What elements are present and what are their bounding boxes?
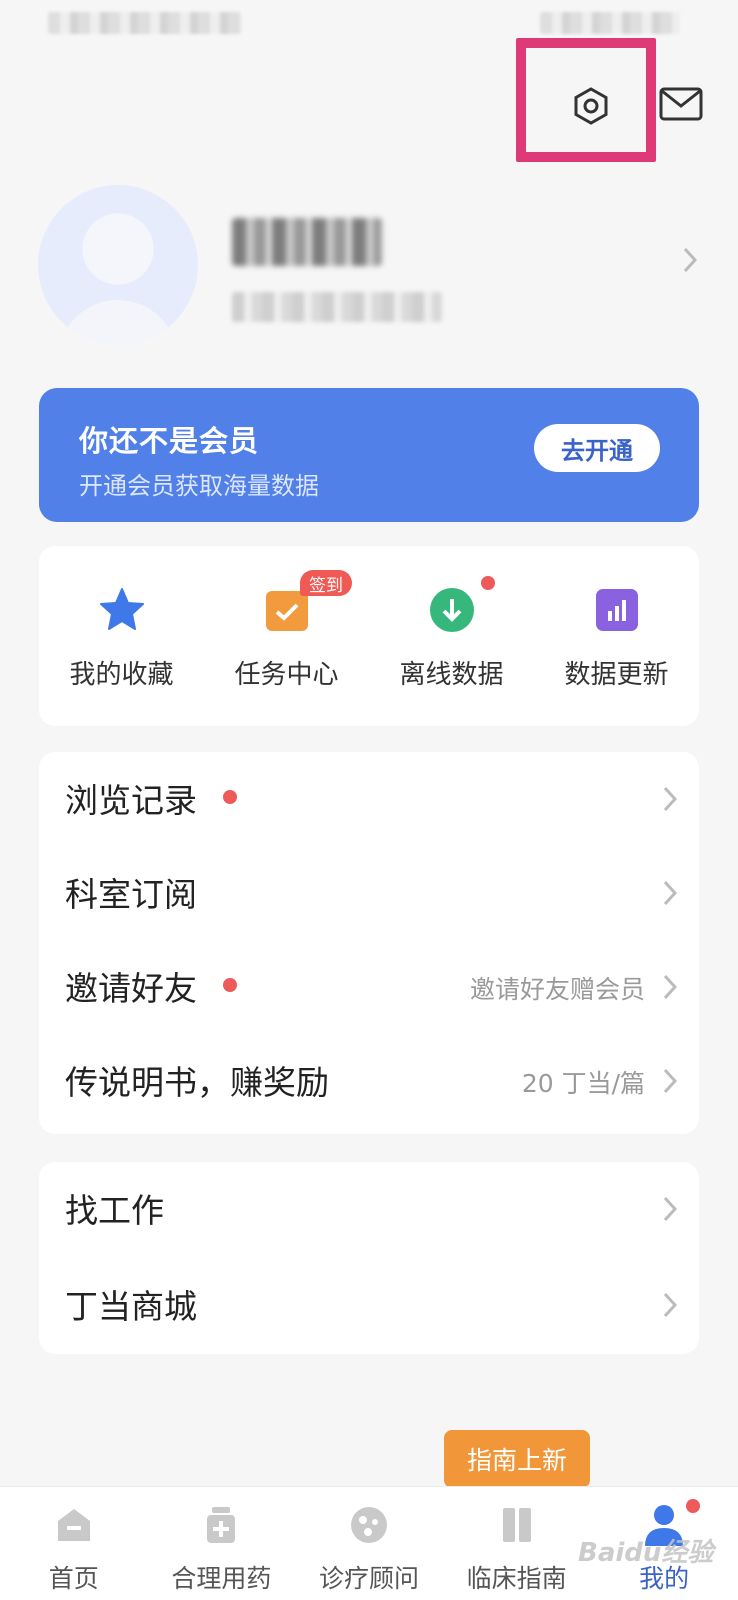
notification-dot — [481, 576, 495, 590]
menu-row-history[interactable]: 浏览记录 — [39, 752, 699, 846]
chevron-right-icon — [663, 786, 678, 816]
mail-icon — [659, 87, 703, 121]
mail-button[interactable] — [658, 84, 704, 124]
quick-item-data-update[interactable]: 数据更新 — [534, 546, 699, 726]
menu-row-invite[interactable]: 邀请好友 邀请好友赠会员 — [39, 940, 699, 1034]
member-banner[interactable]: 你还不是会员 开通会员获取海量数据 去开通 — [39, 388, 699, 522]
tab-guide[interactable]: 临床指南 — [443, 1487, 591, 1600]
download-circle-icon — [428, 586, 476, 634]
menu-list-1: 浏览记录 科室订阅 邀请好友 邀请好友赠会员 传说明书，赚奖励 20 丁当/篇 — [39, 752, 699, 1134]
profile-chevron-icon[interactable] — [682, 246, 698, 278]
watermark: Baidu经验 — [578, 1538, 714, 1568]
member-subtitle: 开通会员获取海量数据 — [79, 472, 319, 500]
row-label: 科室订阅 — [65, 875, 197, 914]
notification-dot — [223, 790, 237, 804]
tab-label: 诊疗顾问 — [318, 1564, 419, 1593]
status-bar-left — [48, 12, 242, 34]
quick-label: 任务中心 — [234, 660, 339, 690]
open-membership-button[interactable]: 去开通 — [534, 424, 660, 472]
quick-label: 离线数据 — [399, 660, 504, 690]
star-icon — [98, 586, 146, 634]
tab-medicine[interactable]: 合理用药 — [148, 1487, 296, 1600]
row-label: 丁当商城 — [65, 1287, 197, 1326]
chevron-right-icon — [663, 974, 678, 1004]
status-bar-right — [540, 12, 680, 34]
quick-label: 我的收藏 — [69, 660, 174, 690]
quick-label: 数据更新 — [564, 660, 669, 690]
quick-item-tasks[interactable]: 签到 任务中心 — [204, 546, 369, 726]
row-label: 邀请好友 — [65, 969, 197, 1008]
tab-label: 临床指南 — [466, 1564, 567, 1593]
consult-icon — [345, 1501, 393, 1549]
quick-item-offline[interactable]: 离线数据 — [369, 546, 534, 726]
highlight-box — [516, 38, 656, 162]
row-label: 找工作 — [65, 1191, 164, 1230]
menu-row-mall[interactable]: 丁当商城 — [39, 1258, 699, 1352]
quick-actions-card: 我的收藏 签到 任务中心 离线数据 数据更新 — [39, 546, 699, 726]
member-title: 你还不是会员 — [79, 424, 260, 458]
medicine-icon — [197, 1501, 245, 1549]
tab-label: 首页 — [48, 1564, 99, 1593]
menu-row-subscription[interactable]: 科室订阅 — [39, 846, 699, 940]
menu-list-2: 找工作 丁当商城 — [39, 1162, 699, 1354]
guide-new-tooltip[interactable]: 指南上新 — [444, 1430, 590, 1498]
row-label: 传说明书，赚奖励 — [65, 1063, 329, 1102]
profile-page: 你还不是会员 开通会员获取海量数据 去开通 我的收藏 签到 任务中心 离线数据 — [0, 0, 738, 1600]
notification-dot — [686, 1499, 701, 1513]
avatar[interactable] — [38, 185, 198, 345]
tab-home[interactable]: 首页 — [0, 1487, 148, 1600]
book-icon — [493, 1501, 541, 1549]
row-extra-text: 20 丁当/篇 — [521, 1069, 645, 1098]
row-extra-text: 邀请好友赠会员 — [469, 975, 645, 1004]
sign-in-badge: 签到 — [300, 570, 352, 596]
tab-label: 合理用药 — [171, 1564, 272, 1593]
user-name — [232, 218, 382, 266]
notification-dot — [223, 978, 237, 992]
menu-row-upload-manual[interactable]: 传说明书，赚奖励 20 丁当/篇 — [39, 1034, 699, 1128]
quick-item-favorites[interactable]: 我的收藏 — [39, 546, 204, 726]
bar-chart-icon — [593, 586, 641, 634]
chevron-right-icon — [663, 1292, 678, 1322]
chevron-right-icon — [663, 1196, 678, 1226]
menu-row-jobs[interactable]: 找工作 — [39, 1162, 699, 1256]
user-id — [232, 292, 442, 322]
row-label: 浏览记录 — [65, 781, 197, 820]
chevron-right-icon — [663, 880, 678, 910]
home-icon — [50, 1501, 98, 1549]
chevron-right-icon — [663, 1068, 678, 1098]
tab-consult[interactable]: 诊疗顾问 — [295, 1487, 443, 1600]
